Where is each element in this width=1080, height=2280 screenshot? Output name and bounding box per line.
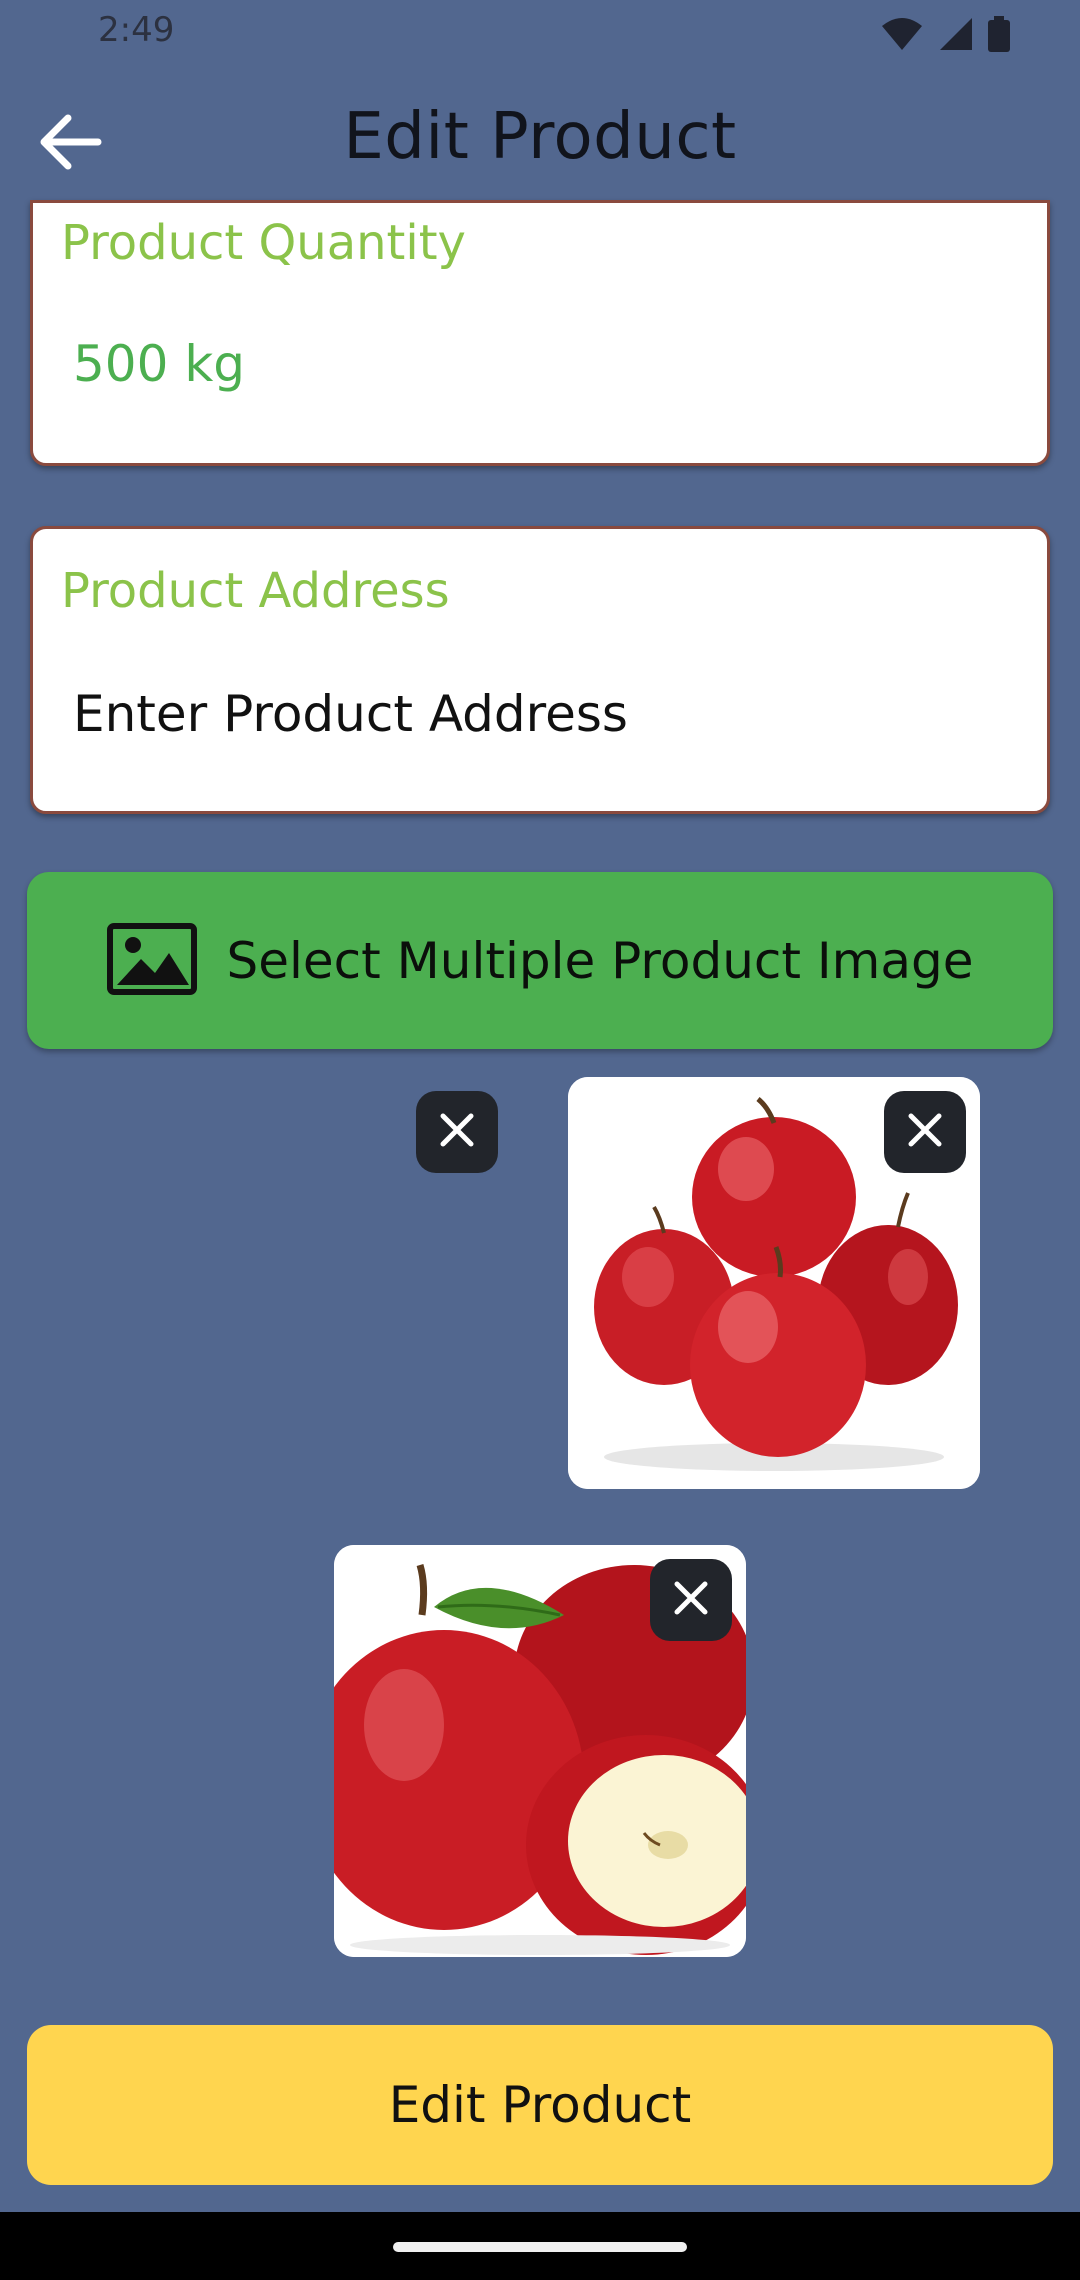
status-icons <box>880 16 1010 56</box>
page-title: Edit Product <box>343 100 737 174</box>
battery-icon <box>988 16 1010 56</box>
remove-image-button[interactable] <box>884 1091 966 1173</box>
close-icon <box>437 1110 477 1154</box>
select-images-button[interactable]: Select Multiple Product Image <box>27 872 1053 1049</box>
wifi-icon <box>880 16 924 56</box>
image-icon <box>106 922 197 999</box>
status-bar: 2:49 <box>0 0 1080 64</box>
signal-icon <box>938 16 974 56</box>
close-icon <box>671 1578 711 1622</box>
select-images-label: Select Multiple Product Image <box>226 931 974 990</box>
address-input[interactable]: Enter Product Address <box>73 685 628 743</box>
navigation-bar <box>0 2212 1080 2280</box>
quantity-field[interactable]: Product Quantity 500 kg <box>30 200 1050 466</box>
remove-image-button[interactable] <box>650 1559 732 1641</box>
close-icon <box>905 1110 945 1154</box>
app-bar: Edit Product <box>0 64 1080 210</box>
quantity-label: Product Quantity <box>61 215 466 271</box>
home-handle[interactable] <box>393 2242 687 2252</box>
quantity-value[interactable]: 500 kg <box>73 335 245 393</box>
status-time: 2:49 <box>98 10 175 50</box>
edit-product-button[interactable]: Edit Product <box>27 2025 1053 2185</box>
address-label: Product Address <box>61 563 450 619</box>
address-field[interactable]: Product Address Enter Product Address <box>30 526 1050 814</box>
remove-image-button[interactable] <box>416 1091 498 1173</box>
